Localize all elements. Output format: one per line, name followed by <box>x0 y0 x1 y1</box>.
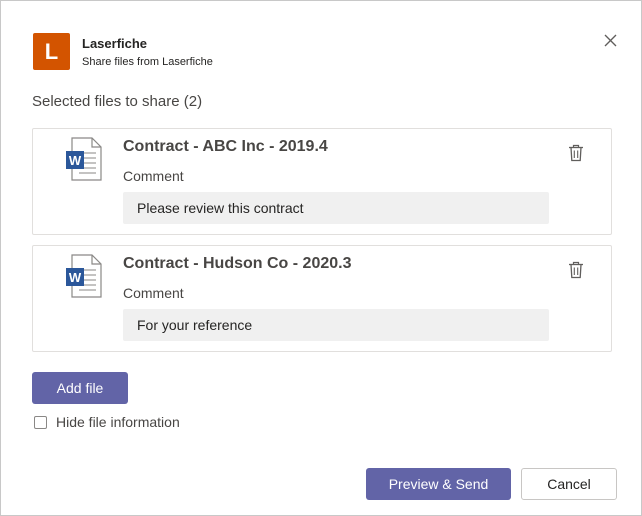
hide-info-label[interactable]: Hide file information <box>56 414 180 430</box>
svg-text:W: W <box>69 270 82 285</box>
trash-icon[interactable] <box>568 144 584 162</box>
section-title: Selected files to share (2) <box>32 93 203 110</box>
close-icon[interactable] <box>599 29 623 53</box>
file-title: Contract - ABC Inc - 2019.4 <box>123 138 328 155</box>
preview-send-button[interactable]: Preview & Send <box>366 468 511 500</box>
trash-icon[interactable] <box>568 261 584 279</box>
file-card: W Contract - Hudson Co - 2020.3 Comment <box>32 245 612 352</box>
hide-info-row[interactable]: Hide file information <box>34 414 180 430</box>
word-document-icon: W <box>63 254 103 298</box>
hide-info-checkbox[interactable] <box>34 415 47 429</box>
laserfiche-logo: L <box>33 33 70 70</box>
share-dialog: L Laserfiche Share files from Laserfiche… <box>0 0 642 516</box>
word-document-icon: W <box>63 137 103 181</box>
comment-label: Comment <box>123 168 184 184</box>
comment-input[interactable] <box>123 309 549 341</box>
file-card: W Contract - ABC Inc - 2019.4 Comment <box>32 128 612 235</box>
comment-label: Comment <box>123 285 184 301</box>
app-name: Laserfiche <box>82 36 148 51</box>
comment-input[interactable] <box>123 192 549 224</box>
cancel-button[interactable]: Cancel <box>521 468 617 500</box>
add-file-button[interactable]: Add file <box>32 372 128 404</box>
svg-text:W: W <box>69 153 82 168</box>
file-title: Contract - Hudson Co - 2020.3 <box>123 255 352 272</box>
app-subtitle: Share files from Laserfiche <box>82 56 213 68</box>
